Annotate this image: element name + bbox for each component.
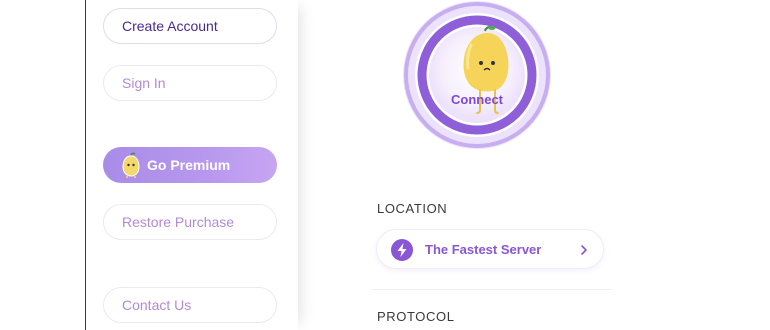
- section-divider: [372, 289, 612, 290]
- restore-purchase-label: Restore Purchase: [122, 214, 235, 230]
- sign-in-button[interactable]: Sign In: [103, 65, 277, 101]
- protocol-heading: PROTOCOL: [377, 309, 455, 324]
- location-selector[interactable]: The Fastest Server: [376, 229, 604, 269]
- location-server-label: The Fastest Server: [425, 242, 542, 257]
- lightning-bolt-icon: [391, 239, 413, 261]
- pear-mascot-icon: [122, 152, 140, 178]
- chevron-right-icon: [581, 245, 587, 255]
- restore-purchase-button[interactable]: Restore Purchase: [103, 204, 277, 240]
- contact-us-label: Contact Us: [122, 297, 192, 313]
- connect-rings: [403, 1, 551, 149]
- contact-us-button[interactable]: Contact Us: [103, 287, 277, 323]
- connect-button[interactable]: Connect: [400, 0, 554, 162]
- connect-label: Connect: [451, 92, 503, 107]
- create-account-button[interactable]: Create Account: [103, 8, 277, 44]
- create-account-label: Create Account: [122, 18, 218, 34]
- sign-in-label: Sign In: [122, 75, 166, 91]
- go-premium-button[interactable]: Go Premium: [103, 147, 277, 183]
- go-premium-label: Go Premium: [147, 157, 231, 173]
- location-heading: LOCATION: [377, 201, 448, 216]
- sidebar: Create Account Sign In Go Premium Restor…: [86, 0, 298, 330]
- outer-margin: [0, 0, 85, 330]
